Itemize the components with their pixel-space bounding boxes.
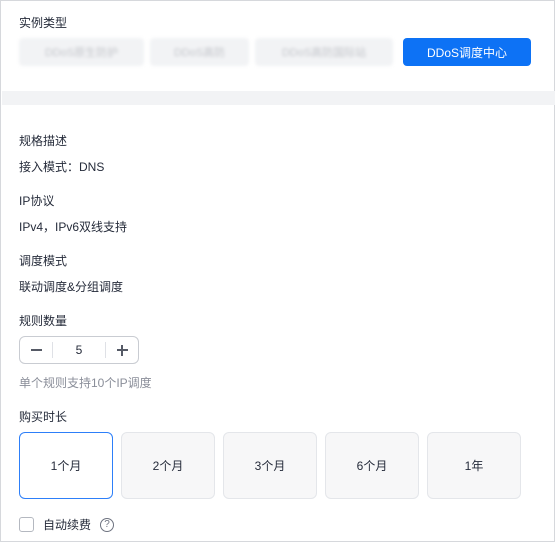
ip-protocol-label: IP协议 [19, 194, 55, 208]
rule-count-label: 规则数量 [19, 314, 68, 328]
rule-count-stepper: 5 [19, 336, 139, 364]
duration-option[interactable]: 6个月 [325, 432, 419, 499]
ip-protocol-value: IPv4，IPv6双线支持 [19, 220, 128, 234]
instance-type-option[interactable]: DDoS高防国际站 [255, 38, 393, 66]
auto-renew-row: 自动续费 ? [19, 516, 115, 533]
section-divider [2, 91, 555, 105]
schedule-mode-value: 联动调度&分组调度 [19, 280, 124, 294]
instance-type-group: DDoS原生防护 DDoS高防 DDoS高防国际站 DDoS调度中心 [19, 38, 531, 66]
help-icon[interactable]: ? [100, 517, 115, 532]
duration-option[interactable]: 2个月 [121, 432, 215, 499]
increment-button[interactable] [106, 337, 138, 363]
spec-label: 规格描述 [19, 134, 68, 148]
auto-renew-label: 自动续费 [43, 518, 92, 532]
instance-type-option[interactable]: DDoS原生防护 [19, 38, 144, 66]
rule-count-input[interactable]: 5 [53, 343, 105, 357]
duration-option[interactable]: 1年 [427, 432, 521, 499]
schedule-mode-label: 调度模式 [19, 254, 68, 268]
auto-renew-checkbox[interactable] [19, 517, 34, 532]
instance-type-label: 实例类型 [19, 16, 68, 30]
plus-icon [116, 344, 128, 356]
instance-type-option[interactable]: DDoS高防 [150, 38, 249, 66]
minus-icon [30, 349, 42, 351]
duration-option[interactable]: 3个月 [223, 432, 317, 499]
rule-count-hint: 单个规则支持10个IP调度 [19, 376, 152, 390]
purchase-panel: 实例类型 DDoS原生防护 DDoS高防 DDoS高防国际站 DDoS调度中心 … [0, 0, 555, 542]
decrement-button[interactable] [20, 337, 52, 363]
duration-option-selected[interactable]: 1个月 [19, 432, 113, 499]
instance-type-option-selected[interactable]: DDoS调度中心 [403, 38, 531, 66]
spec-value: 接入模式：DNS [19, 160, 105, 174]
duration-group: 1个月 2个月 3个月 6个月 1年 [19, 432, 521, 499]
duration-label: 购买时长 [19, 410, 68, 424]
